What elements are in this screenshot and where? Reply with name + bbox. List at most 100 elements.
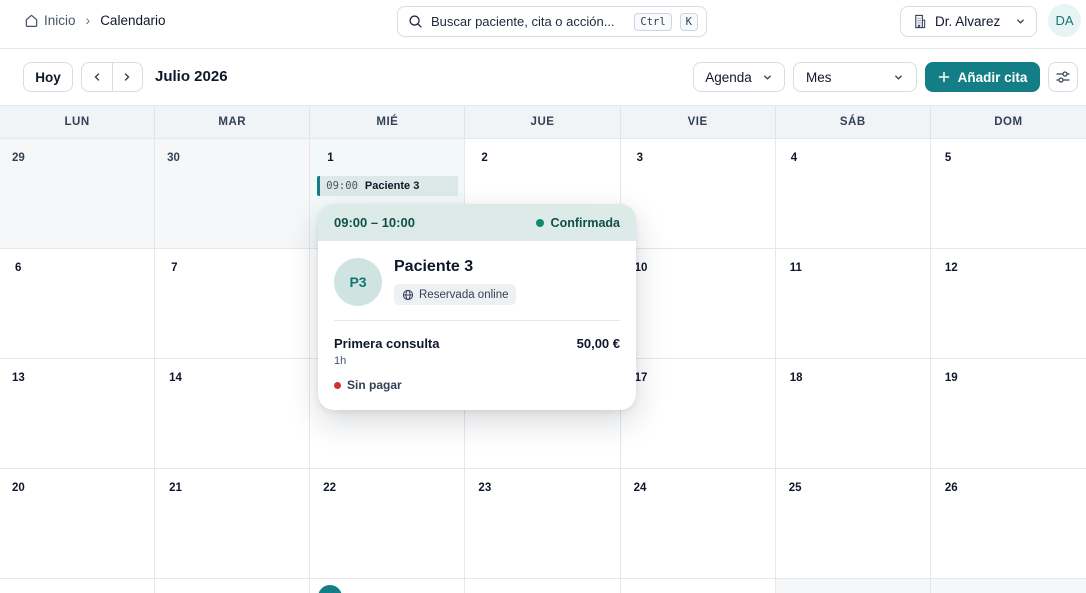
weekday-mon: LUN (0, 106, 156, 138)
day-cell[interactable]: 17 (621, 359, 776, 468)
day-cell[interactable] (155, 579, 311, 593)
status-dot-icon (535, 218, 544, 227)
day-cell[interactable]: 20 (0, 469, 156, 578)
day-cell[interactable]: 4 (776, 139, 931, 248)
day-cell[interactable]: 25 (776, 469, 931, 578)
status-label: Confirmada (550, 215, 620, 230)
payment-status: Sin pagar (334, 378, 402, 392)
service-duration: 1h (334, 355, 347, 367)
day-number: 29 (12, 152, 25, 164)
divider (334, 320, 620, 321)
chevron-left-icon (94, 73, 99, 81)
day-cell[interactable]: 11 (776, 249, 931, 358)
patient-name[interactable]: Paciente 3 (394, 258, 473, 276)
chevron-down-icon (763, 74, 771, 80)
day-number: 24 (633, 482, 647, 494)
day-cell[interactable]: 26 (931, 469, 1086, 578)
day-cell[interactable] (465, 579, 621, 593)
filter-settings-button[interactable] (1048, 62, 1078, 92)
day-cell[interactable]: 18 (776, 359, 931, 468)
view-select[interactable]: Mes (793, 62, 917, 92)
weekday-thu: JUE (465, 106, 621, 138)
day-number: 18 (789, 372, 803, 384)
day-cell[interactable]: 6 (0, 249, 156, 358)
search-placeholder: Buscar paciente, cita o acción... (431, 14, 615, 29)
agenda-label: Agenda (705, 69, 752, 85)
globe-icon (402, 289, 414, 300)
payment-status-label: Sin pagar (347, 378, 402, 392)
day-cell[interactable] (0, 579, 156, 593)
calendar-week: 20 21 22 23 24 25 26 (0, 469, 1086, 579)
breadcrumb-home[interactable]: Inicio (24, 13, 76, 28)
add-appointment-label: Añadir cita (957, 69, 1028, 85)
day-number: 11 (789, 262, 802, 274)
month-title: Julio 2026 (155, 68, 228, 85)
breadcrumb-home-label: Inicio (44, 12, 76, 28)
calendar-toolbar: Hoy Julio 2026 Agenda Mes Añadir cita (0, 49, 1086, 105)
day-cell[interactable]: 5 (931, 139, 1086, 248)
sliders-icon (1056, 71, 1070, 83)
day-cell[interactable] (621, 579, 776, 593)
day-number: 6 (15, 262, 22, 274)
today-button[interactable]: Hoy (23, 62, 73, 92)
event-title: Paciente 3 (364, 180, 420, 192)
period-navigation (81, 62, 143, 92)
day-cell[interactable]: 19 (931, 359, 1086, 468)
chevron-down-icon (895, 74, 902, 80)
agenda-dropdown[interactable]: Agenda (693, 62, 785, 92)
day-cell[interactable]: 14 (155, 359, 311, 468)
day-number: 10 (634, 262, 648, 274)
next-button[interactable] (111, 63, 143, 91)
service-price: 50,00 € (576, 336, 620, 351)
day-number: 26 (944, 482, 958, 494)
user-name: Dr. Alvarez (935, 14, 1001, 29)
weekday-header: LUN MAR MIÉ JUE VIE SÁB DOM (0, 105, 1086, 139)
day-cell[interactable]: 29 (0, 139, 156, 248)
top-bar: Inicio › Calendario Buscar paciente, cit… (0, 0, 1086, 49)
day-cell[interactable]: 13 (0, 359, 156, 468)
weekday-fri: VIE (621, 106, 776, 138)
day-number: 13 (12, 372, 25, 384)
building-icon (915, 14, 926, 29)
day-number: 23 (478, 482, 492, 494)
previous-button[interactable] (82, 63, 112, 91)
appointment-event[interactable]: 09:00 Paciente 3 (317, 176, 459, 196)
day-number: 22 (323, 482, 337, 494)
day-cell[interactable]: 22 (310, 469, 466, 578)
day-cell[interactable]: 7 (155, 249, 311, 358)
day-cell[interactable]: 24 (621, 469, 776, 578)
day-number: 25 (788, 482, 802, 494)
weekday-sun: DOM (994, 116, 1023, 128)
patient-avatar: P3 (334, 258, 382, 306)
popover-header: 09:00 – 10:00 Confirmada (318, 204, 636, 241)
appointment-time-range: 09:00 – 10:00 (334, 215, 415, 230)
day-cell[interactable]: 3 (621, 139, 776, 248)
day-cell[interactable]: 23 (465, 469, 621, 578)
day-number: 3 (636, 152, 643, 164)
day-cell[interactable]: 12 (931, 249, 1086, 358)
chevron-down-icon (1017, 19, 1024, 24)
shortcut-ctrl: Ctrl (634, 12, 672, 31)
day-cell[interactable] (930, 579, 1086, 593)
avatar[interactable]: DA (1048, 4, 1081, 37)
day-number: 12 (944, 262, 958, 274)
user-menu-button[interactable]: Dr. Alvarez (900, 6, 1037, 37)
day-number: 30 (167, 152, 180, 164)
plus-icon (938, 71, 949, 83)
view-select-value: Mes (806, 69, 832, 85)
search-icon (409, 15, 422, 28)
day-number: 17 (634, 372, 648, 384)
chevron-right-icon: › (85, 12, 91, 28)
status-badge: Confirmada (535, 215, 620, 230)
chevron-right-icon (125, 73, 130, 81)
weekday-sat: SÁB (776, 106, 931, 138)
day-cell[interactable] (775, 579, 931, 593)
day-cell[interactable]: 10 (621, 249, 776, 358)
day-cell[interactable]: 21 (155, 469, 311, 578)
add-appointment-button[interactable]: Añadir cita (925, 62, 1040, 92)
day-cell[interactable]: 30 (155, 139, 311, 248)
home-icon (25, 14, 38, 27)
service-name: Primera consulta (334, 336, 440, 351)
search-input[interactable]: Buscar paciente, cita o acción... Ctrl K (397, 6, 707, 37)
weekday-tue: MAR (155, 106, 311, 138)
